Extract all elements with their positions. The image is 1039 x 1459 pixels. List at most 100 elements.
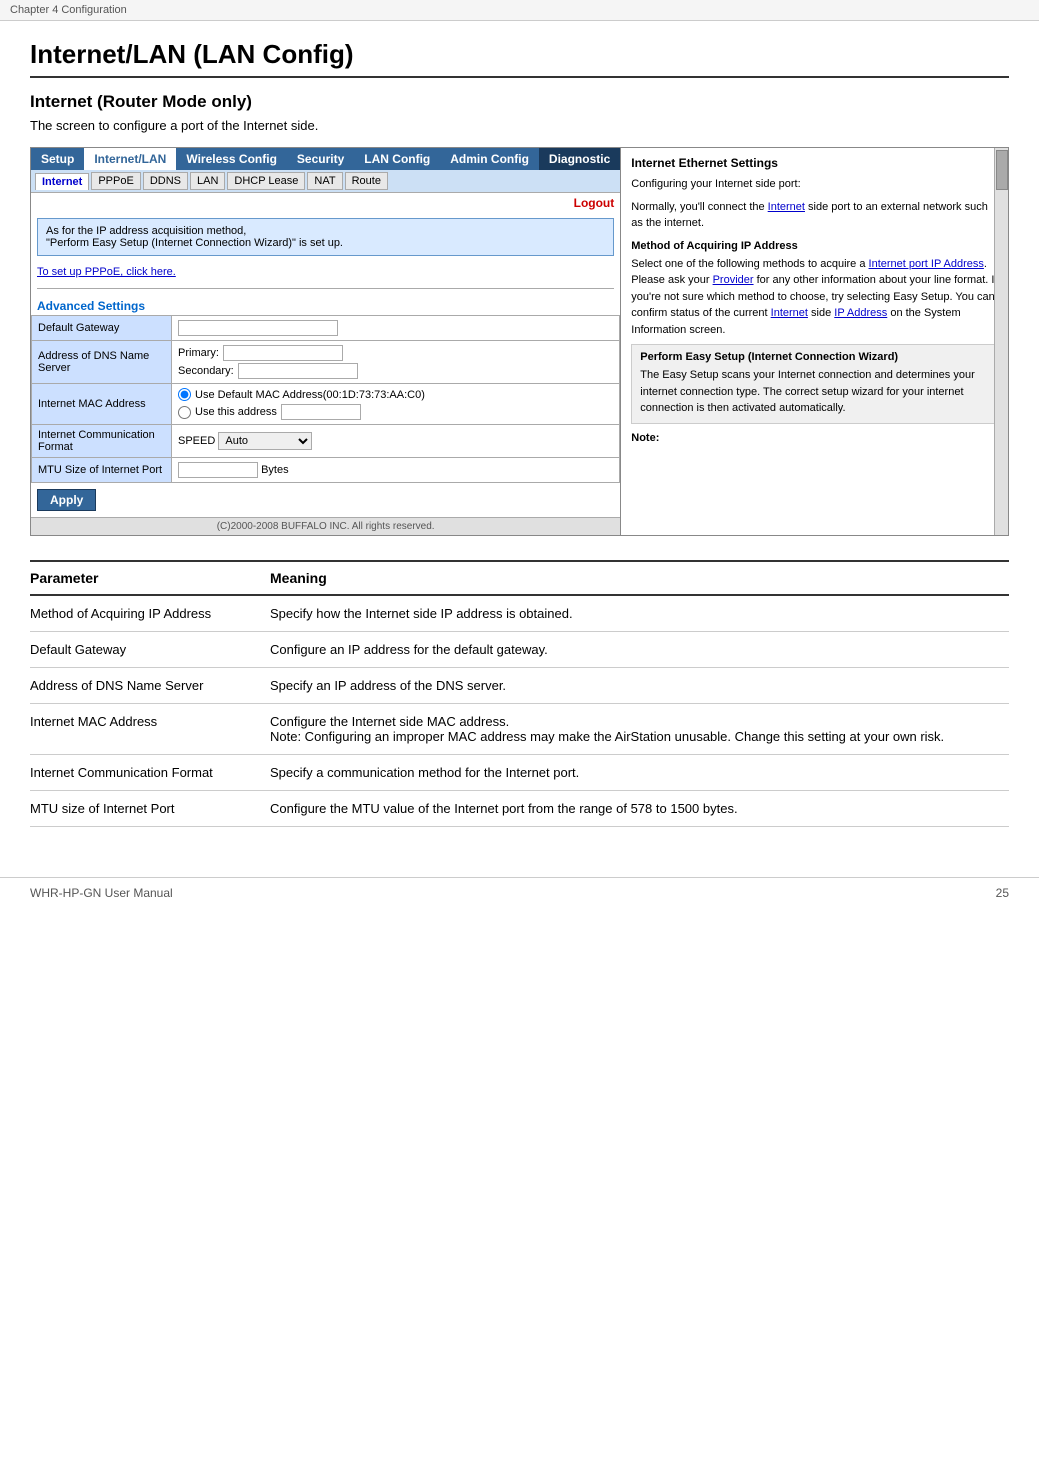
param-row-5: MTU size of Internet PortConfigure the M…: [30, 791, 1009, 827]
subnav-dhcp-lease[interactable]: DHCP Lease: [227, 172, 305, 190]
sub-nav: Internet PPPoE DDNS LAN DHCP Lease NAT R…: [31, 170, 620, 193]
footer-right: 25: [996, 886, 1009, 900]
subnav-ddns[interactable]: DDNS: [143, 172, 188, 190]
subnav-nat[interactable]: NAT: [307, 172, 342, 190]
router-footer: (C)2000-2008 BUFFALO INC. All rights res…: [31, 517, 620, 535]
param-row-1: Default GatewayConfigure an IP address f…: [30, 632, 1009, 668]
row-mtu: MTU Size of Internet Port 1500 Bytes: [32, 458, 620, 483]
param-table: Parameter Meaning Method of Acquiring IP…: [30, 560, 1009, 827]
input-dns-primary[interactable]: [223, 345, 343, 361]
param-header-parameter: Parameter: [30, 561, 270, 595]
input-dns-secondary[interactable]: [238, 363, 358, 379]
dns-primary-label: Primary:: [178, 347, 219, 359]
scrollbar[interactable]: [994, 148, 1008, 535]
param-cell-parameter-0: Method of Acquiring IP Address: [30, 595, 270, 632]
value-default-gateway: [172, 316, 620, 341]
subnav-route[interactable]: Route: [345, 172, 388, 190]
internet-port-link: Internet port IP Address: [869, 258, 984, 270]
param-row-0: Method of Acquiring IP AddressSpecify ho…: [30, 595, 1009, 632]
row-dns: Address of DNS Name Server Primary: Seco…: [32, 341, 620, 384]
section-title: Internet (Router Mode only): [30, 92, 1009, 112]
nav-diagnostic[interactable]: Diagnostic: [539, 148, 620, 170]
mac-custom-row: Use this address: [178, 404, 613, 420]
chapter-label: Chapter 4 Configuration: [10, 4, 127, 16]
logout-link[interactable]: Logout: [574, 196, 615, 210]
input-custom-mac[interactable]: [281, 404, 361, 420]
label-mtu: MTU Size of Internet Port: [32, 458, 172, 483]
nav-bar: Setup Internet/LAN Wireless Config Secur…: [31, 148, 620, 170]
subnav-pppoe[interactable]: PPPoE: [91, 172, 140, 190]
right-panel-content: Internet Ethernet Settings Configuring y…: [621, 148, 1008, 535]
row-mac: Internet MAC Address Use Default MAC Add…: [32, 384, 620, 425]
param-cell-meaning-2: Specify an IP address of the DNS server.: [270, 668, 1009, 704]
row-default-gateway: Default Gateway: [32, 316, 620, 341]
right-panel-title: Internet Ethernet Settings: [631, 156, 998, 170]
internet-link-1: Internet: [768, 201, 805, 213]
provider-link: Provider: [713, 274, 754, 286]
method-text: Select one of the following methods to a…: [631, 256, 998, 339]
easy-setup-box: Perform Easy Setup (Internet Connection …: [631, 344, 998, 424]
router-ui-screenshot: Setup Internet/LAN Wireless Config Secur…: [30, 147, 1009, 536]
right-panel-normally: Normally, you'll connect the Internet si…: [631, 199, 998, 232]
row-comm-format: Internet Communication Format SPEED Auto…: [32, 425, 620, 458]
label-use-this-mac: Use this address: [195, 406, 277, 418]
input-default-gateway[interactable]: [178, 320, 338, 336]
page-title: Internet/LAN (LAN Config): [30, 39, 1009, 78]
page-footer: WHR-HP-GN User Manual 25: [0, 877, 1039, 908]
ip-address-link: IP Address: [834, 307, 887, 319]
chapter-header: Chapter 4 Configuration: [0, 0, 1039, 21]
dns-row-container: Primary: Secondary:: [178, 345, 613, 379]
mtu-unit: Bytes: [261, 464, 289, 476]
label-mac: Internet MAC Address: [32, 384, 172, 425]
param-cell-meaning-4: Specify a communication method for the I…: [270, 755, 1009, 791]
label-default-mac: Use Default MAC Address(00:1D:73:73:AA:C…: [195, 389, 425, 401]
param-row-2: Address of DNS Name ServerSpecify an IP …: [30, 668, 1009, 704]
settings-table: Default Gateway Address of DNS Name Serv…: [31, 315, 620, 483]
param-cell-parameter-3: Internet MAC Address: [30, 704, 270, 755]
info-line1: As for the IP address acquisition method…: [46, 225, 605, 237]
nav-lan-config[interactable]: LAN Config: [354, 148, 440, 170]
apply-button[interactable]: Apply: [37, 489, 96, 511]
radio-custom-mac[interactable]: [178, 406, 191, 419]
speed-label: SPEED: [178, 435, 215, 447]
param-cell-parameter-1: Default Gateway: [30, 632, 270, 668]
radio-default-mac[interactable]: [178, 388, 191, 401]
mac-default-row: Use Default MAC Address(00:1D:73:73:AA:C…: [178, 388, 613, 401]
param-cell-meaning-5: Configure the MTU value of the Internet …: [270, 791, 1009, 827]
dns-secondary-row: Secondary:: [178, 363, 613, 379]
param-cell-parameter-4: Internet Communication Format: [30, 755, 270, 791]
value-mac: Use Default MAC Address(00:1D:73:73:AA:C…: [172, 384, 620, 425]
value-comm-format: SPEED Auto 10Mbps Half 10Mbps Full 100Mb…: [172, 425, 620, 458]
note-label: Note:: [631, 430, 998, 447]
nav-admin-config[interactable]: Admin Config: [440, 148, 539, 170]
right-panel-normally-text: Normally, you'll connect the Internet si…: [631, 201, 988, 230]
value-dns: Primary: Secondary:: [172, 341, 620, 384]
method-title: Method of Acquiring IP Address: [631, 240, 998, 252]
click-here-link[interactable]: To set up PPPoE, click here.: [31, 262, 620, 282]
select-comm-format[interactable]: Auto 10Mbps Half 10Mbps Full 100Mbps Hal…: [218, 432, 312, 450]
subnav-lan[interactable]: LAN: [190, 172, 225, 190]
easy-setup-text: The Easy Setup scans your Internet conne…: [640, 367, 989, 417]
param-row-4: Internet Communication FormatSpecify a c…: [30, 755, 1009, 791]
param-cell-parameter-2: Address of DNS Name Server: [30, 668, 270, 704]
label-default-gateway: Default Gateway: [32, 316, 172, 341]
mac-options: Use Default MAC Address(00:1D:73:73:AA:C…: [178, 388, 613, 420]
param-cell-meaning-3: Configure the Internet side MAC address.…: [270, 704, 1009, 755]
right-panel-configuring: Configuring your Internet side port:: [631, 176, 998, 193]
intro-text: The screen to configure a port of the In…: [30, 118, 1009, 133]
label-comm-format: Internet Communication Format: [32, 425, 172, 458]
scrollbar-thumb[interactable]: [996, 150, 1008, 190]
logout-row: Logout: [31, 193, 620, 212]
router-ui-left-panel: Setup Internet/LAN Wireless Config Secur…: [31, 148, 621, 535]
info-line2: "Perform Easy Setup (Internet Connection…: [46, 237, 605, 249]
input-mtu[interactable]: 1500: [178, 462, 258, 478]
nav-security[interactable]: Security: [287, 148, 354, 170]
value-mtu: 1500 Bytes: [172, 458, 620, 483]
subnav-internet[interactable]: Internet: [35, 173, 89, 190]
param-row-3: Internet MAC AddressConfigure the Intern…: [30, 704, 1009, 755]
nav-setup[interactable]: Setup: [31, 148, 84, 170]
nav-wireless-config[interactable]: Wireless Config: [176, 148, 287, 170]
param-table-header-row: Parameter Meaning: [30, 561, 1009, 595]
param-header-meaning: Meaning: [270, 561, 1009, 595]
nav-internet-lan[interactable]: Internet/LAN: [84, 148, 176, 170]
